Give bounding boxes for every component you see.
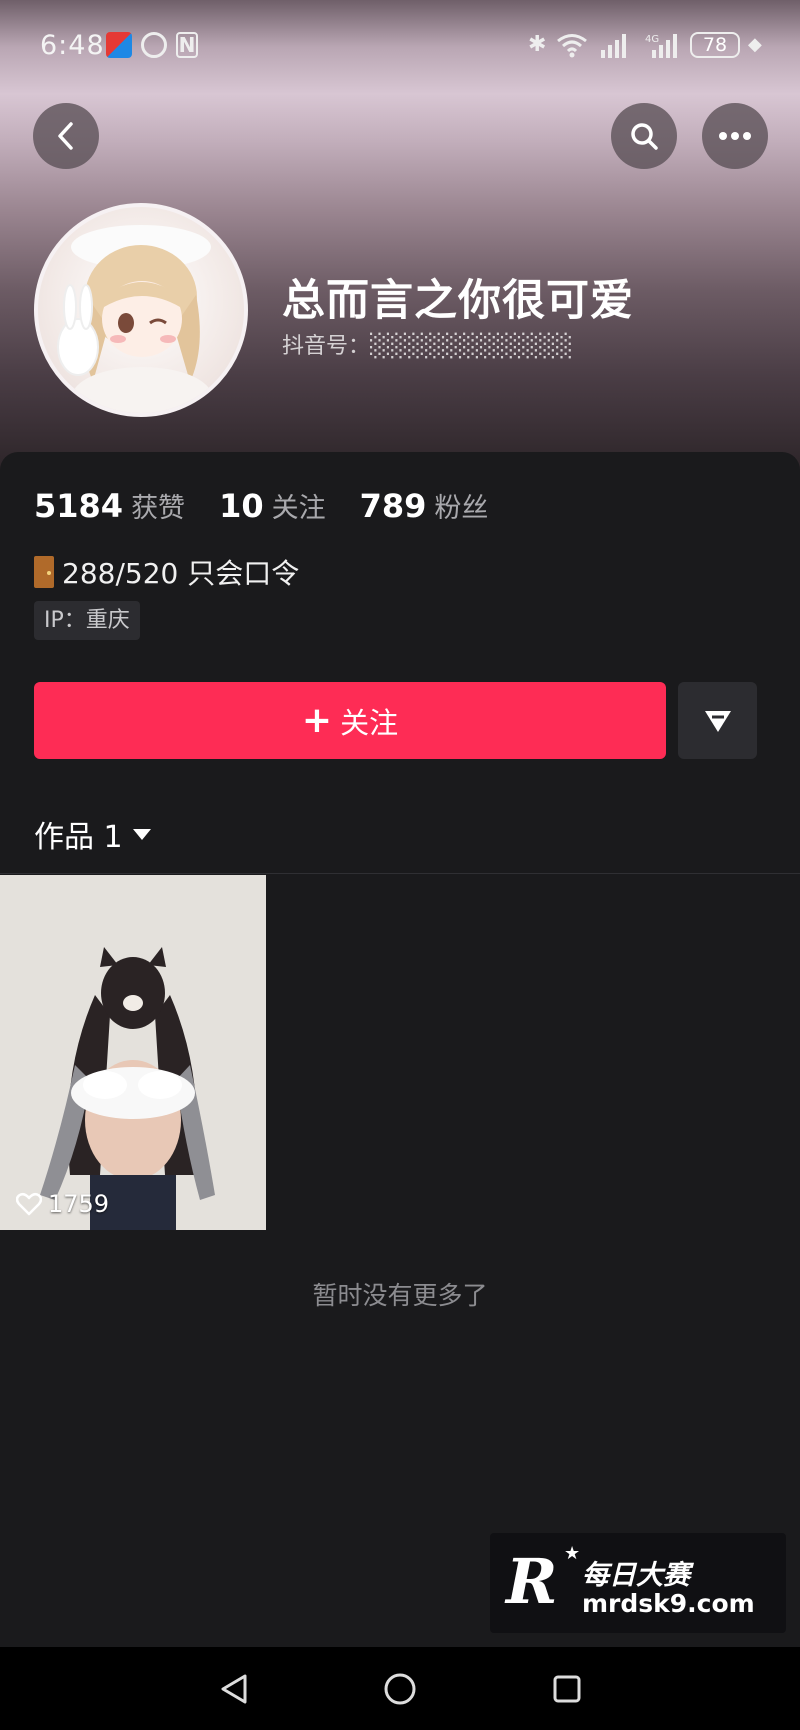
video-cover-image — [0, 875, 266, 1230]
battery-icon: 78 — [690, 32, 740, 58]
bluetooth-icon: ✱ — [528, 32, 547, 57]
profile-stats: 5184 获赞 10 关注 789 粉丝 — [34, 486, 522, 525]
stat-likes[interactable]: 5184 获赞 — [34, 486, 185, 525]
wifi-icon — [557, 34, 587, 58]
heart-icon — [16, 1192, 42, 1216]
caret-down-icon — [132, 828, 151, 840]
nav-home-button[interactable] — [380, 1669, 420, 1709]
status-time: 6:48 — [40, 30, 105, 61]
more-horizontal-icon — [719, 132, 751, 140]
system-navigation-bar — [0, 1647, 800, 1730]
tab-divider — [0, 873, 800, 874]
follow-button[interactable]: + 关注 — [34, 682, 666, 759]
stat-value: 789 — [359, 487, 427, 525]
signal-icon — [601, 34, 626, 58]
no-more-content-hint: 暂时没有更多了 — [312, 1281, 488, 1310]
video-like-count-text: 1759 — [48, 1190, 110, 1218]
triangle-back-icon — [221, 1674, 247, 1704]
clock-notification-icon — [141, 32, 167, 58]
anime-girl-avatar-image — [57, 225, 212, 413]
star-icon: ★ — [564, 1543, 581, 1564]
signal-4g-icon: 4G — [645, 34, 677, 58]
video-like-count: 1759 — [16, 1190, 109, 1218]
svg-text:4G: 4G — [645, 34, 659, 45]
tab-works[interactable]: 作品 1 — [34, 812, 151, 856]
app-notification-icon — [106, 32, 132, 58]
more-options-button[interactable] — [702, 103, 768, 169]
nav-back-button[interactable] — [214, 1669, 254, 1709]
profile-bio: 288/520 只会口令 — [34, 552, 299, 592]
bio-text: 288/520 只会口令 — [62, 557, 300, 590]
stat-value: 10 — [219, 487, 264, 525]
triangle-down-icon — [704, 710, 731, 732]
door-emoji-icon — [34, 556, 54, 588]
chevron-left-icon — [58, 122, 73, 150]
search-icon — [631, 123, 658, 150]
stat-label: 获赞 — [131, 493, 186, 524]
power-saving-icon: ◆ — [748, 34, 762, 55]
stat-label: 粉丝 — [434, 493, 489, 524]
status-bar: 6:48 N ✱ 4G 78 ◆ — [0, 0, 800, 92]
watermark-title: 每日大赛 — [582, 1560, 690, 1591]
square-recents-icon — [553, 1675, 581, 1703]
ip-location-tag: IP：重庆 — [34, 601, 140, 640]
watermark-logo: R ★ 每日大赛 mrdsk9.com — [490, 1533, 786, 1633]
douyin-id: 抖音号：░░░░░░░░░░░░ — [282, 334, 574, 359]
avatar[interactable] — [34, 203, 248, 417]
follow-button-label: 关注 — [340, 705, 399, 740]
recommend-dropdown-button[interactable] — [678, 682, 757, 759]
tab-works-label: 作品 1 — [34, 820, 123, 855]
circle-home-icon — [384, 1673, 416, 1705]
stat-followers[interactable]: 789 粉丝 — [360, 486, 489, 525]
nfc-icon: N — [176, 32, 198, 58]
video-thumbnail[interactable]: 1759 — [0, 875, 266, 1230]
nav-recent-apps-button[interactable] — [547, 1669, 587, 1709]
stat-label: 关注 — [271, 493, 326, 524]
search-button[interactable] — [611, 103, 677, 169]
watermark-url: mrdsk9.com — [582, 1589, 755, 1618]
profile-nickname: 总而言之你很可爱 — [282, 276, 634, 326]
watermark-r-logo: R — [506, 1545, 558, 1618]
stat-value: 5184 — [34, 487, 124, 525]
stat-following[interactable]: 10 关注 — [219, 486, 326, 525]
back-button[interactable] — [33, 103, 99, 169]
plus-icon: + — [301, 699, 333, 741]
